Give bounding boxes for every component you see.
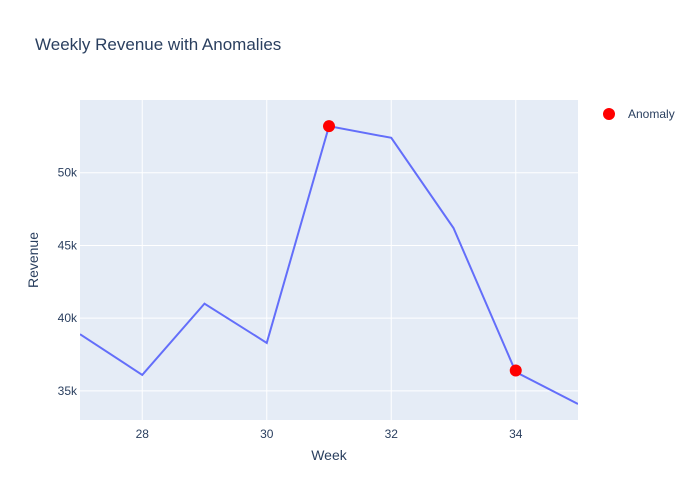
revenue-chart: Weekly Revenue with Anomalies 28 30 32 34 3… [25, 35, 675, 463]
y-tick-label: 50k [58, 166, 78, 180]
x-tick-label: 28 [136, 427, 150, 441]
x-axis-title: Week [311, 447, 348, 463]
y-tick-label: 45k [58, 238, 78, 252]
x-tick-label: 32 [385, 427, 399, 441]
x-axis-ticks: 28 30 32 34 [136, 427, 523, 441]
anomaly-point[interactable] [323, 120, 335, 133]
y-tick-label: 40k [58, 311, 78, 325]
anomaly-point[interactable] [509, 364, 522, 377]
x-tick-label: 30 [260, 427, 274, 441]
chart-title: Weekly Revenue with Anomalies [35, 35, 281, 54]
y-axis-title: Revenue [25, 232, 41, 288]
legend[interactable]: Anomaly [603, 107, 675, 121]
legend-label-anomaly: Anomaly [628, 107, 675, 121]
legend-marker-anomaly [603, 108, 615, 120]
plot-area [80, 100, 578, 420]
y-tick-label: 35k [58, 384, 78, 398]
x-tick-label: 34 [509, 427, 523, 441]
y-axis-ticks: 35k 40k 45k 50k [58, 166, 78, 398]
